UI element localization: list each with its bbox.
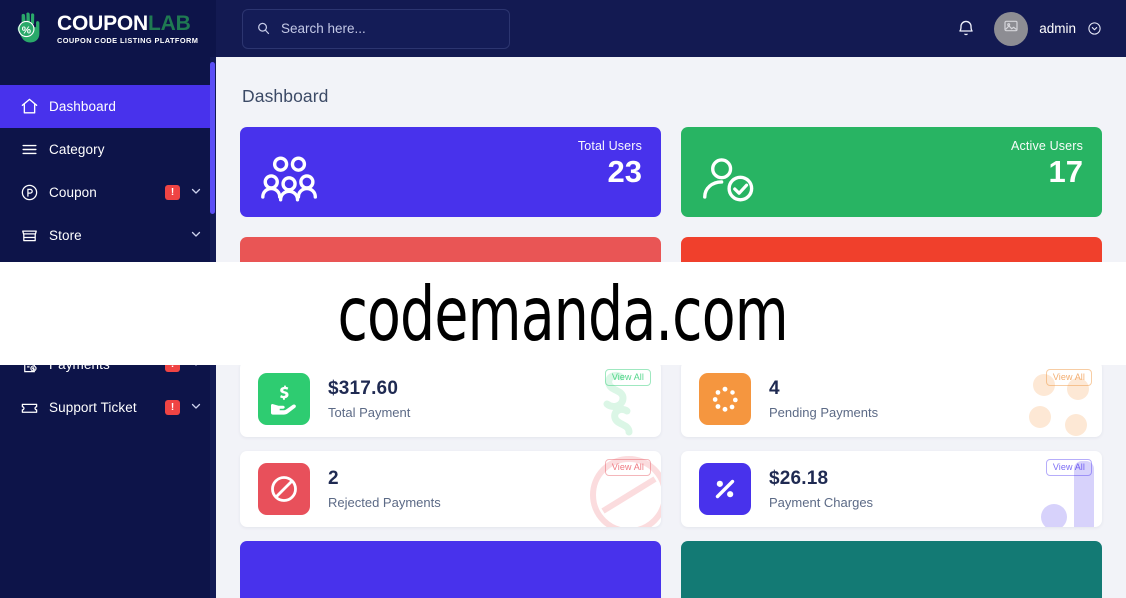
home-icon — [18, 96, 40, 118]
hand-percent-logo-icon: % — [14, 11, 52, 47]
view-all-button[interactable]: View All — [1045, 459, 1092, 476]
avatar — [994, 11, 1029, 46]
sidebar-item-dashboard[interactable]: Dashboard — [0, 85, 216, 128]
watermark-text: codemanda.com — [337, 269, 789, 358]
payment-card-label: Pending Payments — [769, 405, 879, 420]
search-input[interactable] — [281, 21, 496, 36]
status-badge: ! — [165, 400, 180, 415]
page-title: Dashboard — [242, 86, 329, 106]
user-check-icon — [701, 153, 761, 213]
list-icon — [18, 139, 40, 161]
ban-icon — [258, 463, 310, 515]
brand-title: COUPONLAB — [57, 13, 198, 34]
chevron-down-icon[interactable] — [190, 184, 202, 202]
dashboard-page: % COUPONLAB COUPON CODE LISTING PLATFORM… — [0, 0, 1126, 598]
payment-card-value: $317.60 — [328, 378, 399, 399]
payment-card-label: Total Payment — [328, 405, 411, 420]
user-name: admin — [1039, 21, 1076, 36]
store-icon — [18, 225, 40, 247]
brand-title-accent: LAB — [147, 12, 191, 36]
view-all-button[interactable]: View All — [604, 369, 651, 386]
sidebar-nav: Dashboard Category Coupon ! Store Suppor… — [0, 85, 216, 429]
bell-icon[interactable] — [956, 18, 976, 40]
sidebar-item-label: Support Ticket — [49, 400, 137, 415]
payment-card-pending-payments[interactable]: 4 Pending Payments View All — [681, 361, 1102, 437]
sidebar-item-label: Category — [49, 142, 105, 157]
sidebar-item-coupon[interactable]: Coupon ! — [0, 171, 216, 214]
percent-icon — [699, 463, 751, 515]
topbar: admin — [216, 0, 1126, 57]
bottom-card-right[interactable] — [681, 541, 1102, 598]
brand-title-main: COUPON — [57, 12, 148, 36]
stat-card-value: 17 — [1048, 154, 1083, 189]
payment-card-value: 2 — [328, 468, 339, 489]
search-icon — [256, 21, 271, 36]
group-users-icon — [260, 153, 320, 213]
sidebar-scrollbar-thumb[interactable] — [210, 62, 215, 214]
user-menu[interactable]: admin — [994, 11, 1102, 46]
sidebar-item-label: Coupon — [49, 185, 97, 200]
sidebar-item-label: Store — [49, 228, 82, 243]
payment-card-label: Payment Charges — [769, 495, 874, 510]
brand-subtitle: COUPON CODE LISTING PLATFORM — [57, 36, 199, 46]
coupon-circle-p-icon — [18, 182, 40, 204]
stat-card-value: 23 — [607, 154, 642, 189]
spinner-dots-icon — [699, 373, 751, 425]
ticket-icon — [18, 397, 40, 419]
sidebar-item-label: Dashboard — [49, 99, 116, 114]
payment-cards-row-1: $317.60 Total Payment View All 4 Pending… — [240, 361, 1102, 437]
sidebar-item-category[interactable]: Category — [0, 128, 216, 171]
svg-text:%: % — [22, 25, 31, 36]
stat-card-active-users[interactable]: Active Users 17 — [681, 127, 1102, 217]
brand-logo[interactable]: % COUPONLAB COUPON CODE LISTING PLATFORM — [0, 0, 216, 57]
view-all-button[interactable]: View All — [604, 459, 651, 476]
sidebar-item-store[interactable]: Store — [0, 214, 216, 257]
watermark-overlay: codemanda.com — [0, 262, 1126, 365]
stat-card-label: Total Users — [577, 139, 642, 153]
bottom-card-left[interactable] — [240, 541, 661, 598]
payment-card-value: 4 — [769, 378, 780, 399]
chevron-down-icon[interactable] — [190, 399, 202, 417]
chevron-down-circle-icon[interactable] — [1087, 21, 1102, 36]
image-placeholder-icon — [1003, 18, 1019, 39]
payment-card-rejected-payments[interactable]: 2 Rejected Payments View All — [240, 451, 661, 527]
payment-card-label: Rejected Payments — [328, 495, 441, 510]
stat-card-label: Active Users — [1011, 139, 1083, 153]
status-badge: ! — [165, 185, 180, 200]
payment-card-value: $26.18 — [769, 468, 829, 489]
search-box[interactable] — [242, 8, 510, 49]
bottom-cards-row — [240, 541, 1102, 598]
stat-cards-row: Total Users 23 Active Users 17 — [240, 127, 1102, 217]
payment-card-total-payment[interactable]: $317.60 Total Payment View All — [240, 361, 661, 437]
view-all-button[interactable]: View All — [1045, 369, 1092, 386]
payment-cards-row-2: 2 Rejected Payments View All $26.18 Paym… — [240, 451, 1102, 527]
stat-card-total-users[interactable]: Total Users 23 — [240, 127, 661, 217]
payment-card-payment-charges[interactable]: $26.18 Payment Charges View All — [681, 451, 1102, 527]
sidebar-item-support-ticket[interactable]: Support Ticket ! — [0, 386, 216, 429]
chevron-down-icon[interactable] — [190, 227, 202, 245]
hand-dollar-icon — [258, 373, 310, 425]
topbar-actions: admin — [956, 11, 1126, 46]
